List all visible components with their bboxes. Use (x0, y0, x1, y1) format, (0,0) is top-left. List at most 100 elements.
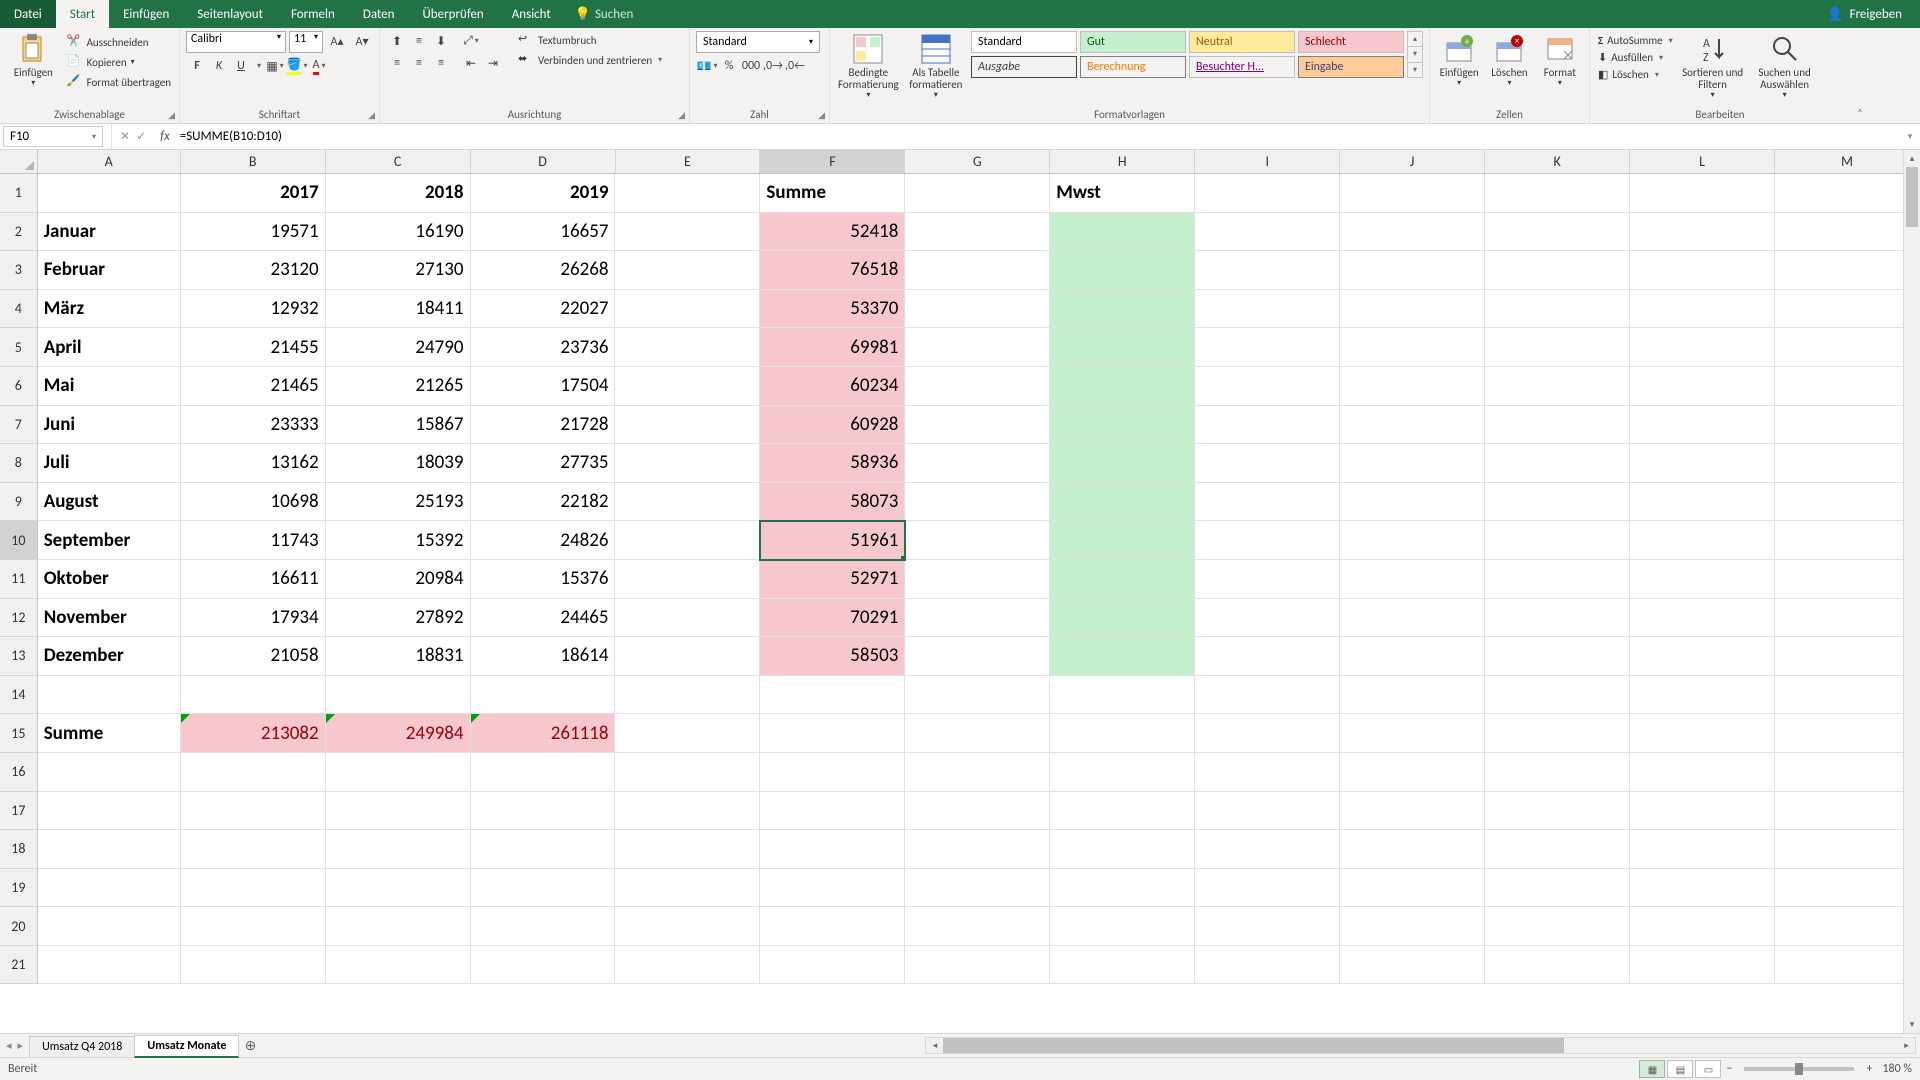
cell[interactable] (1340, 560, 1485, 599)
cut-button[interactable]: ✂️Ausschneiden (65, 33, 173, 51)
cell[interactable] (905, 406, 1050, 445)
cell[interactable] (1485, 406, 1630, 445)
hscroll-thumb[interactable] (943, 1038, 1563, 1053)
cell[interactable] (1195, 637, 1340, 676)
row-header[interactable]: 2 (0, 213, 38, 252)
cell[interactable] (1050, 251, 1195, 290)
cell[interactable] (615, 714, 760, 753)
cell[interactable] (326, 753, 471, 792)
cell[interactable] (615, 676, 760, 715)
cell[interactable] (1485, 869, 1630, 908)
cell[interactable] (1050, 560, 1195, 599)
cell[interactable]: 16657 (471, 213, 616, 252)
cell[interactable] (38, 792, 181, 831)
cell[interactable] (181, 753, 326, 792)
cell[interactable] (1485, 444, 1630, 483)
cell[interactable]: 21465 (181, 367, 326, 406)
cell[interactable]: 60234 (760, 367, 905, 406)
cell[interactable] (1630, 406, 1775, 445)
cell[interactable] (1775, 869, 1920, 908)
col-header-F[interactable]: F (760, 150, 905, 173)
align-center-button[interactable]: ≡ (408, 53, 430, 73)
cell[interactable] (905, 869, 1050, 908)
cell[interactable] (38, 174, 181, 213)
cell[interactable] (181, 946, 326, 985)
sheet-nav-first[interactable]: ◂ (6, 1039, 12, 1052)
cell[interactable] (1195, 444, 1340, 483)
row-header[interactable]: 12 (0, 599, 38, 638)
cell[interactable] (1050, 946, 1195, 985)
cell[interactable] (1485, 676, 1630, 715)
col-header-H[interactable]: H (1050, 150, 1195, 173)
cell[interactable] (1195, 714, 1340, 753)
font-dialog-icon[interactable]: ◢ (368, 110, 375, 121)
align-dialog-icon[interactable]: ◢ (678, 110, 685, 121)
cell[interactable] (905, 290, 1050, 329)
format-painter-button[interactable]: 🖌️Format übertragen (65, 73, 173, 91)
cell[interactable] (181, 869, 326, 908)
cell[interactable] (615, 599, 760, 638)
cell[interactable] (760, 714, 905, 753)
cell[interactable] (1195, 560, 1340, 599)
cell[interactable] (1195, 483, 1340, 522)
col-header-L[interactable]: L (1630, 150, 1775, 173)
cell[interactable] (1050, 599, 1195, 638)
cell[interactable]: 20984 (326, 560, 471, 599)
cell[interactable] (1340, 946, 1485, 985)
cell[interactable]: Mai (38, 367, 181, 406)
grow-font-button[interactable]: A▴ (326, 31, 348, 51)
cell[interactable] (615, 753, 760, 792)
cell[interactable]: 249984 (326, 714, 471, 753)
delete-cells-button[interactable]: × Löschen▾ (1486, 31, 1532, 90)
row-header[interactable]: 21 (0, 946, 38, 985)
cell[interactable] (326, 792, 471, 831)
cell[interactable]: 58503 (760, 637, 905, 676)
select-all-corner[interactable] (0, 150, 38, 173)
cell[interactable] (1050, 676, 1195, 715)
fill-button[interactable]: ⬇Ausfüllen (1596, 50, 1675, 65)
cell[interactable] (326, 830, 471, 869)
cell[interactable] (1630, 174, 1775, 213)
cell[interactable]: 2018 (326, 174, 471, 213)
cell[interactable]: Januar (38, 213, 181, 252)
wrap-text-button[interactable]: ↩Textumbruch (516, 31, 664, 49)
row-header[interactable]: 4 (0, 290, 38, 329)
cell[interactable] (1340, 444, 1485, 483)
fill-color-button[interactable]: 🪣 (286, 56, 308, 76)
cell[interactable]: 23120 (181, 251, 326, 290)
shrink-font-button[interactable]: A▾ (351, 31, 373, 51)
cell[interactable] (1630, 869, 1775, 908)
style-eingabe[interactable]: Eingabe (1298, 56, 1404, 78)
cell[interactable] (1340, 213, 1485, 252)
col-header-C[interactable]: C (326, 150, 471, 173)
cell[interactable] (1775, 290, 1920, 329)
row-header[interactable]: 8 (0, 444, 38, 483)
cell[interactable] (1775, 637, 1920, 676)
style-besuchter[interactable]: Besuchter H... (1189, 56, 1295, 78)
cell[interactable] (1485, 714, 1630, 753)
cell[interactable]: 11743 (181, 521, 326, 560)
style-schlecht[interactable]: Schlecht (1298, 31, 1404, 53)
cell[interactable] (1195, 676, 1340, 715)
cell[interactable] (905, 444, 1050, 483)
cell[interactable] (181, 792, 326, 831)
row-header[interactable]: 5 (0, 328, 38, 367)
cell[interactable] (1195, 521, 1340, 560)
cell[interactable] (1050, 753, 1195, 792)
vscroll-down[interactable]: ▾ (1904, 1016, 1920, 1033)
cell[interactable] (471, 792, 616, 831)
hscroll-right[interactable]: ▸ (1898, 1040, 1915, 1051)
style-standard[interactable]: Standard (971, 31, 1077, 53)
cell[interactable] (1630, 637, 1775, 676)
cell[interactable] (1775, 676, 1920, 715)
cell[interactable] (615, 483, 760, 522)
cell[interactable] (1340, 676, 1485, 715)
cell[interactable] (1050, 444, 1195, 483)
cell[interactable] (905, 483, 1050, 522)
cell[interactable] (615, 213, 760, 252)
view-normal-button[interactable]: ▦ (1639, 1060, 1665, 1078)
cell[interactable] (1195, 290, 1340, 329)
cell[interactable] (471, 753, 616, 792)
cell[interactable] (615, 406, 760, 445)
zoom-out-button[interactable]: − (1722, 1062, 1736, 1076)
